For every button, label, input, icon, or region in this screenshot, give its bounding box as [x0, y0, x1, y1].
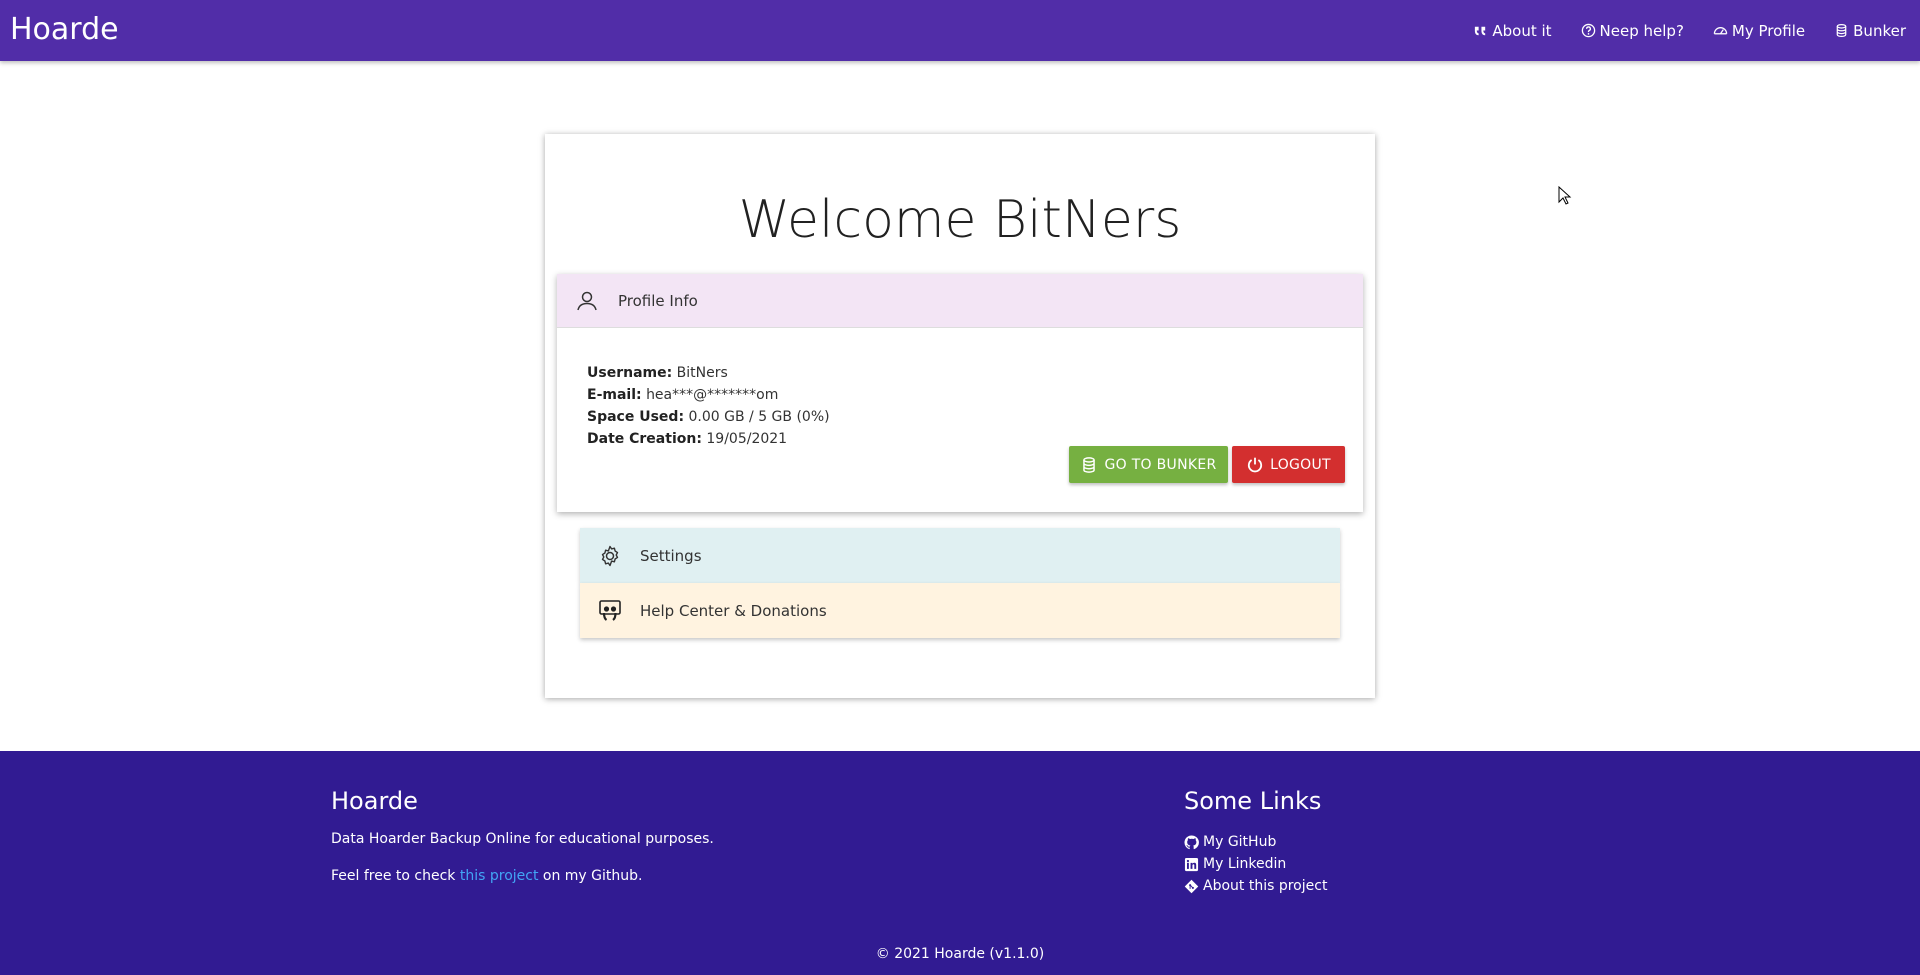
space-used-label: Space Used: [587, 409, 685, 425]
quote-icon [1475, 26, 1486, 36]
github-link-label: My GitHub [1203, 834, 1277, 850]
username-label: Username: [587, 365, 673, 381]
page-footer: Hoarde Data Hoarder Backup Online for ed… [0, 751, 1920, 975]
logout-button[interactable]: LOGOUT [1232, 446, 1345, 483]
person-icon [577, 291, 597, 310]
email-row: E-mail: hea***@*******om [587, 384, 830, 406]
username-value: BitNers [676, 365, 728, 381]
profile-details: Username: BitNers E-mail: hea***@*******… [587, 362, 830, 450]
logout-label: LOGOUT [1270, 456, 1331, 473]
space-used-value: 0.00 GB / 5 GB (0%) [688, 409, 830, 425]
gear-icon [601, 545, 619, 566]
about-project-link[interactable]: About this project [1184, 875, 1327, 897]
about-project-label: About this project [1203, 878, 1328, 894]
date-creation-label: Date Creation: [587, 431, 702, 447]
database-icon [1836, 23, 1847, 38]
footer-links-title: Some Links [1184, 787, 1322, 815]
github-link[interactable]: My GitHub [1184, 831, 1327, 853]
profile-panel: Profile Info Username: BitNers E-mail: h… [557, 274, 1363, 512]
github-icon [1184, 834, 1199, 849]
username-row: Username: BitNers [587, 362, 830, 384]
date-creation-value: 19/05/2021 [706, 431, 788, 447]
nav-help-label: Neep help? [1599, 21, 1684, 40]
brand-logo[interactable]: Hoarde [10, 10, 119, 50]
date-creation-row: Date Creation: 19/05/2021 [587, 428, 830, 450]
nav-bunker-label: Bunker [1853, 21, 1906, 40]
top-navbar: Hoarde About it Neep help? My Profile Bu… [0, 0, 1920, 61]
linkedin-link[interactable]: My Linkedin [1184, 853, 1327, 875]
nav-profile-label: My Profile [1731, 21, 1806, 40]
nav-about-label: About it [1492, 21, 1552, 40]
this-project-link[interactable]: this project [460, 868, 539, 884]
linkedin-icon [1184, 857, 1199, 871]
footer-check-text: Feel free to check this project on my Gi… [331, 868, 642, 884]
welcome-card: Welcome BitNers Profile Info Username: B… [545, 134, 1375, 698]
settings-panel-title: Settings [640, 546, 702, 565]
space-used-row: Space Used: 0.00 GB / 5 GB (0%) [587, 406, 830, 428]
database-icon [1083, 456, 1096, 473]
dashboard-icon [1713, 27, 1728, 35]
question-circle-icon [1581, 23, 1595, 38]
mouse-cursor-icon [1558, 186, 1572, 205]
profile-panel-header[interactable]: Profile Info [557, 274, 1363, 328]
help-panel-header[interactable]: Help Center & Donations [580, 583, 1340, 638]
email-label: E-mail: [587, 387, 642, 403]
slideshare-icon [599, 599, 621, 621]
nav-about-link[interactable]: About it [1473, 21, 1552, 40]
welcome-title: Welcome BitNers [738, 190, 1182, 250]
footer-title: Hoarde [331, 787, 418, 815]
nav-help-link[interactable]: Neep help? [1581, 22, 1684, 40]
help-panel-title: Help Center & Donations [640, 601, 827, 620]
go-to-bunker-label: GO TO BUNKER [1104, 456, 1217, 473]
footer-links: My GitHub My Linkedin About this project [1184, 831, 1327, 897]
go-to-bunker-button[interactable]: GO TO BUNKER [1069, 446, 1228, 483]
settings-panel-header[interactable]: Settings [580, 528, 1340, 583]
email-value: hea***@*******om [646, 387, 779, 403]
linkedin-link-label: My Linkedin [1203, 856, 1287, 872]
nav-profile-link[interactable]: My Profile [1713, 22, 1805, 40]
nav-bunker-link[interactable]: Bunker [1834, 22, 1906, 40]
footer-check-prefix: Feel free to check [331, 868, 460, 884]
footer-check-suffix: on my Github. [538, 868, 643, 884]
power-icon [1248, 457, 1263, 472]
copyright-text: © 2021 Hoarde (v1.1.0) [875, 946, 1045, 962]
profile-panel-title: Profile Info [618, 291, 698, 310]
footer-description: Data Hoarder Backup Online for education… [331, 831, 714, 847]
nav-links: About it Neep help? My Profile Bunker [1473, 0, 1906, 61]
git-icon [1184, 879, 1199, 893]
